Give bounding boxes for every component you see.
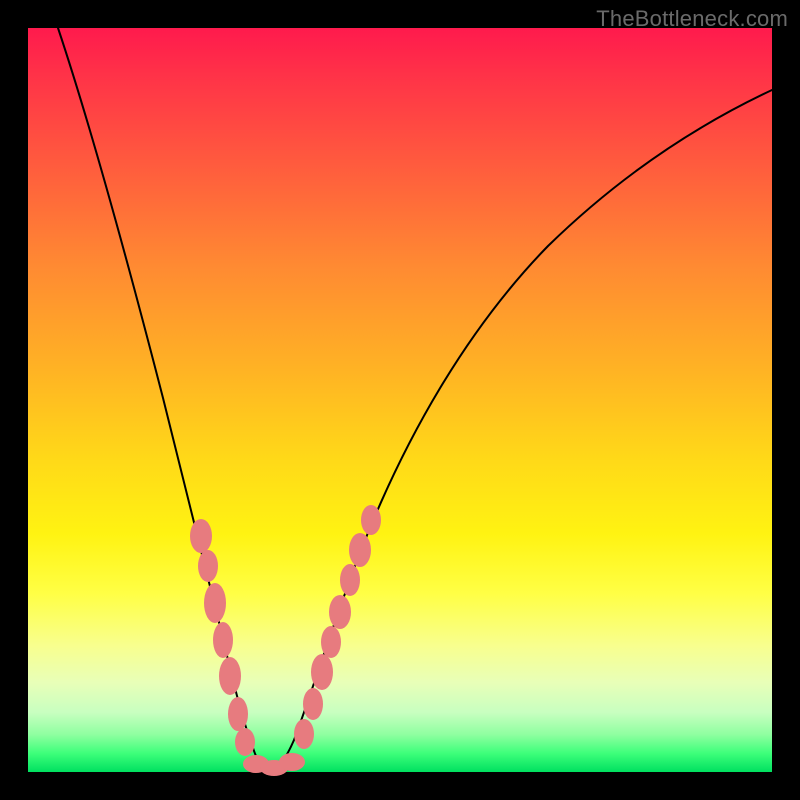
highlight-blobs-bottom	[243, 753, 305, 776]
plot-area	[28, 28, 772, 772]
bottleneck-curve	[58, 28, 772, 771]
curve-layer	[28, 28, 772, 772]
chart-stage: TheBottleneck.com	[0, 0, 800, 800]
highlight-blobs-right	[294, 505, 381, 749]
highlight-blobs-left	[190, 519, 255, 756]
